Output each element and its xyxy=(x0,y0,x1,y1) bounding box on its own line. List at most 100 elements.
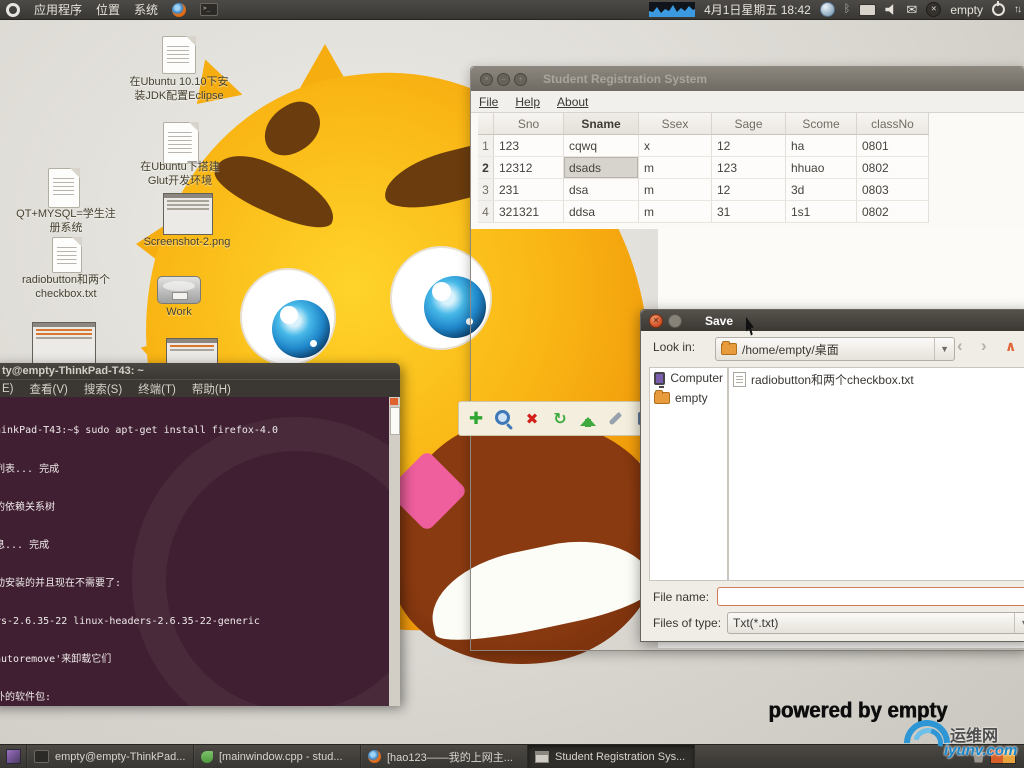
minimize-icon[interactable] xyxy=(668,313,682,328)
menu-help[interactable]: 帮助(H) xyxy=(192,381,231,397)
cell-scome[interactable]: hhuao xyxy=(786,157,857,179)
cell-sname[interactable]: ddsa xyxy=(564,201,639,223)
cell-scome[interactable]: 3d xyxy=(786,179,857,201)
menu-view[interactable]: 查看(V) xyxy=(30,381,68,397)
menu-places[interactable]: 位置 xyxy=(96,1,120,18)
bluetooth-icon[interactable]: ᛒ xyxy=(844,3,851,16)
terminal-body[interactable]: hinkPad-T43:~$ sudo apt-get install fire… xyxy=(0,397,400,706)
menu-system[interactable]: 系统 xyxy=(134,1,158,18)
search-icon[interactable] xyxy=(493,408,515,430)
volume-icon[interactable] xyxy=(885,4,894,15)
cell-sno[interactable]: 321321 xyxy=(494,201,564,223)
delete-icon[interactable]: ✖ xyxy=(521,408,543,430)
chevron-down-icon[interactable]: ▼ xyxy=(934,338,949,360)
srs-titlebar[interactable]: ✕ – + Student Registration System xyxy=(471,67,1024,91)
minimize-icon[interactable]: – xyxy=(497,72,510,86)
menu-file[interactable]: File xyxy=(479,95,498,109)
desktop-icon-label[interactable]: 在Ubuntu 10.10下安 装JDK配置Eclipse xyxy=(118,76,240,104)
mail-icon[interactable]: ✉ xyxy=(906,2,917,17)
desktop-icon-glut[interactable] xyxy=(163,122,199,164)
tools-icon[interactable] xyxy=(605,408,627,430)
cell-ssex[interactable]: m xyxy=(639,179,712,201)
desktop-icon-work-drive[interactable] xyxy=(157,276,201,304)
table-row[interactable]: 4 321321 ddsa m 31 1s1 0802 xyxy=(478,201,930,223)
col-header[interactable]: Sno xyxy=(494,113,564,135)
file-list-item[interactable]: radiobutton和两个checkbox.txt xyxy=(729,368,1024,391)
menu-about[interactable]: About xyxy=(557,95,588,109)
task-srs-active[interactable]: Student Registration Sys... xyxy=(528,745,695,768)
cell-sage[interactable]: 12 xyxy=(712,135,786,157)
col-header[interactable]: Scome xyxy=(786,113,857,135)
cell-scome[interactable]: 1s1 xyxy=(786,201,857,223)
firefox-icon[interactable] xyxy=(172,2,187,17)
desktop-icon-label[interactable]: 在Ubuntu下搭建 Glut开发环境 xyxy=(120,161,240,189)
terminal-launcher-icon[interactable]: >_ xyxy=(200,3,219,16)
close-icon[interactable]: ✕ xyxy=(649,313,663,328)
cell-sno[interactable]: 123 xyxy=(494,135,564,157)
power-icon[interactable] xyxy=(992,1,1005,16)
add-icon[interactable]: ✚ xyxy=(465,408,487,430)
col-header[interactable]: classNo xyxy=(857,113,929,135)
save-dialog-titlebar[interactable]: ✕ Save xyxy=(641,310,1024,331)
cell-sname-selected[interactable]: dsads xyxy=(564,157,639,179)
system-monitor-applet[interactable] xyxy=(649,2,696,17)
cell-classno[interactable]: 0802 xyxy=(857,157,929,179)
file-name-input[interactable] xyxy=(717,587,1024,606)
cell-scome[interactable]: ha xyxy=(786,135,857,157)
cell-sage[interactable]: 123 xyxy=(712,157,786,179)
desktop-icon-label[interactable]: Screenshot-2.png xyxy=(130,236,244,250)
ubuntu-logo-icon[interactable] xyxy=(6,2,20,17)
desktop-icon-screenshot[interactable] xyxy=(163,193,213,235)
terminal-scrollbar[interactable] xyxy=(389,397,400,706)
close-icon[interactable]: ✕ xyxy=(480,72,493,86)
table-row-selected[interactable]: 2 12312 dsads m 123 hhuao 0802 xyxy=(478,157,930,179)
menu-applications[interactable]: 应用程序 xyxy=(34,1,82,18)
desktop-icon-label[interactable]: Work xyxy=(150,306,208,320)
look-in-combo[interactable]: /home/empty/桌面 ▼ xyxy=(715,337,955,361)
cell-sage[interactable]: 31 xyxy=(712,201,786,223)
col-header[interactable]: Sname xyxy=(564,113,639,135)
updown-arrows-icon[interactable]: ↑↓ xyxy=(1014,4,1022,15)
presence-icon[interactable]: ✕ xyxy=(926,2,942,17)
forward-icon[interactable]: › xyxy=(981,336,987,356)
up-icon[interactable] xyxy=(577,408,599,430)
back-icon[interactable]: ‹ xyxy=(957,336,963,356)
place-empty[interactable]: empty xyxy=(650,388,727,408)
cell-classno[interactable]: 0803 xyxy=(857,179,929,201)
table-row[interactable]: 3 231 dsa m 12 3d 0803 xyxy=(478,179,930,201)
desktop-icon-jdk-eclipse[interactable] xyxy=(162,36,196,74)
chevron-down-icon[interactable]: ▼ xyxy=(1014,613,1024,633)
cell-ssex[interactable]: m xyxy=(639,157,712,179)
task-terminal[interactable]: empty@empty-ThinkPad... xyxy=(27,745,194,768)
maximize-icon[interactable]: + xyxy=(514,72,527,86)
desktop-icon-qt-mysql[interactable] xyxy=(48,168,80,208)
file-type-combo[interactable]: Txt(*.txt) ▼ xyxy=(727,612,1024,634)
desktop-icon-label[interactable]: radiobutton和两个 checkbox.txt xyxy=(5,274,127,302)
cell-sage[interactable]: 12 xyxy=(712,179,786,201)
menu-edit[interactable]: E) xyxy=(2,383,14,395)
cell-ssex[interactable]: x xyxy=(639,135,712,157)
desktop-icon-label[interactable]: QT+MYSQL=学生注 册系统 xyxy=(8,208,124,236)
menu-help[interactable]: Help xyxy=(515,95,540,109)
task-editor[interactable]: [mainwindow.cpp - stud... xyxy=(194,745,361,768)
refresh-icon[interactable]: ↻ xyxy=(549,408,571,430)
cell-sname[interactable]: dsa xyxy=(564,179,639,201)
cell-sname[interactable]: cqwq xyxy=(564,135,639,157)
terminal-titlebar[interactable]: ty@empty-ThinkPad-T43: ~ xyxy=(0,363,400,379)
col-header[interactable]: Sage xyxy=(712,113,786,135)
scrollbar-thumb[interactable] xyxy=(390,407,400,435)
session-username[interactable]: empty xyxy=(950,3,983,17)
keyboard-icon[interactable] xyxy=(859,3,877,16)
cell-classno[interactable]: 0801 xyxy=(857,135,929,157)
col-header[interactable]: Ssex xyxy=(639,113,712,135)
menu-terminal[interactable]: 终端(T) xyxy=(138,381,176,397)
cell-sno[interactable]: 12312 xyxy=(494,157,564,179)
desktop-icon-radiobutton-txt[interactable] xyxy=(52,237,82,273)
cell-classno[interactable]: 0802 xyxy=(857,201,929,223)
cell-sno[interactable]: 231 xyxy=(494,179,564,201)
task-browser[interactable]: [hao123——我的上网主... xyxy=(361,745,528,768)
up-directory-icon[interactable]: ∧ xyxy=(1005,338,1016,355)
place-computer[interactable]: Computer xyxy=(650,368,727,388)
clock[interactable]: 4月1日星期五 18:42 xyxy=(704,1,811,18)
network-icon[interactable] xyxy=(819,2,835,17)
